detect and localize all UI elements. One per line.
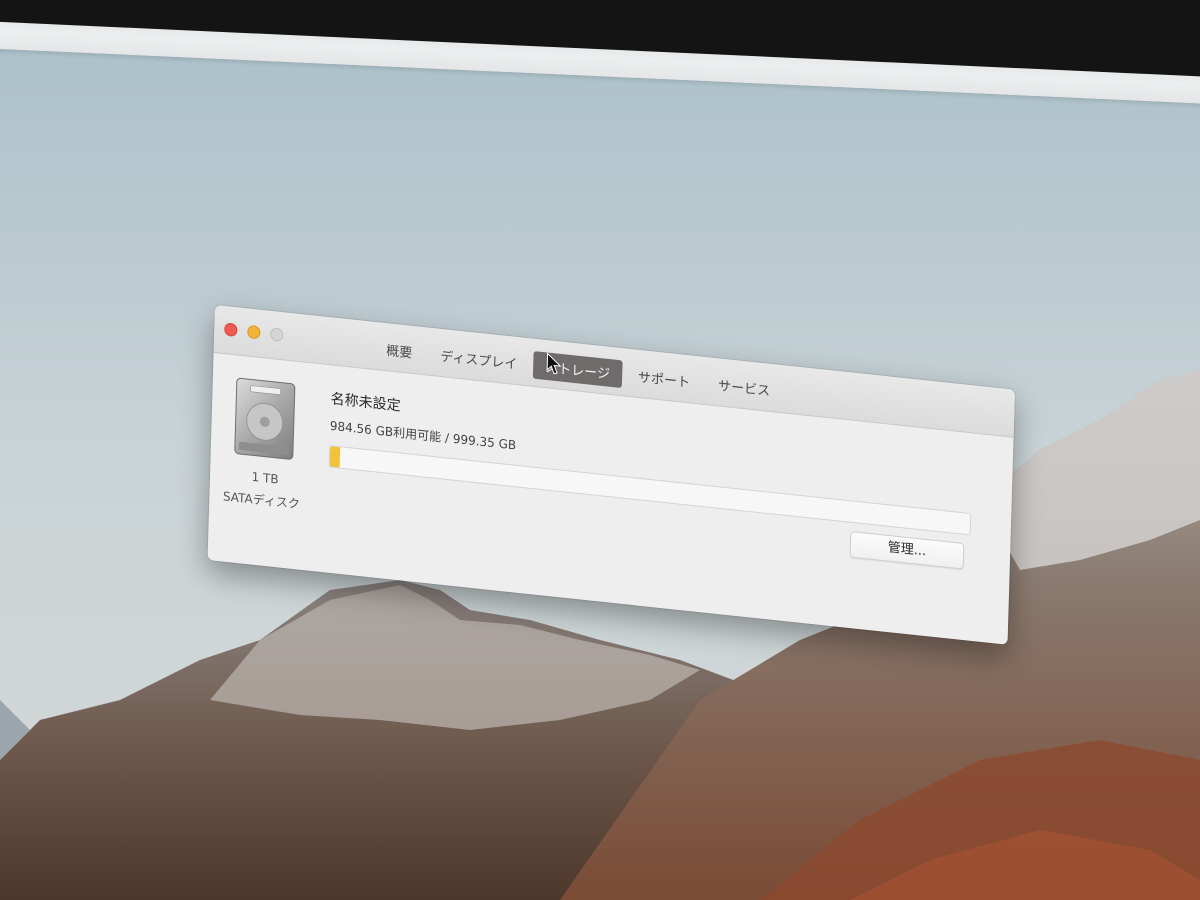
hard-disk-icon bbox=[234, 377, 296, 460]
disk-type-label: SATAディスク bbox=[222, 489, 301, 512]
tab-support[interactable]: サポート bbox=[626, 361, 703, 397]
tab-service[interactable]: サービス bbox=[706, 369, 783, 405]
volume-name: 名称未設定 bbox=[330, 390, 401, 415]
minimize-button[interactable] bbox=[247, 324, 261, 340]
storage-usage-bar bbox=[328, 445, 972, 536]
manage-button[interactable]: 管理... bbox=[849, 530, 965, 570]
zoom-button[interactable] bbox=[270, 327, 284, 342]
disk-size-label: 1 TB bbox=[251, 469, 279, 487]
tab-overview[interactable]: 概要 bbox=[374, 334, 425, 367]
window-controls bbox=[224, 322, 284, 342]
tab-displays[interactable]: ディスプレイ bbox=[428, 340, 530, 378]
storage-usage-fill bbox=[329, 446, 340, 468]
desktop: 概要 ディスプレイ ストレージ サポート サービス 1 TB SATAディスク … bbox=[0, 0, 1200, 900]
mouse-pointer-icon bbox=[546, 352, 562, 375]
close-button[interactable] bbox=[224, 322, 238, 338]
